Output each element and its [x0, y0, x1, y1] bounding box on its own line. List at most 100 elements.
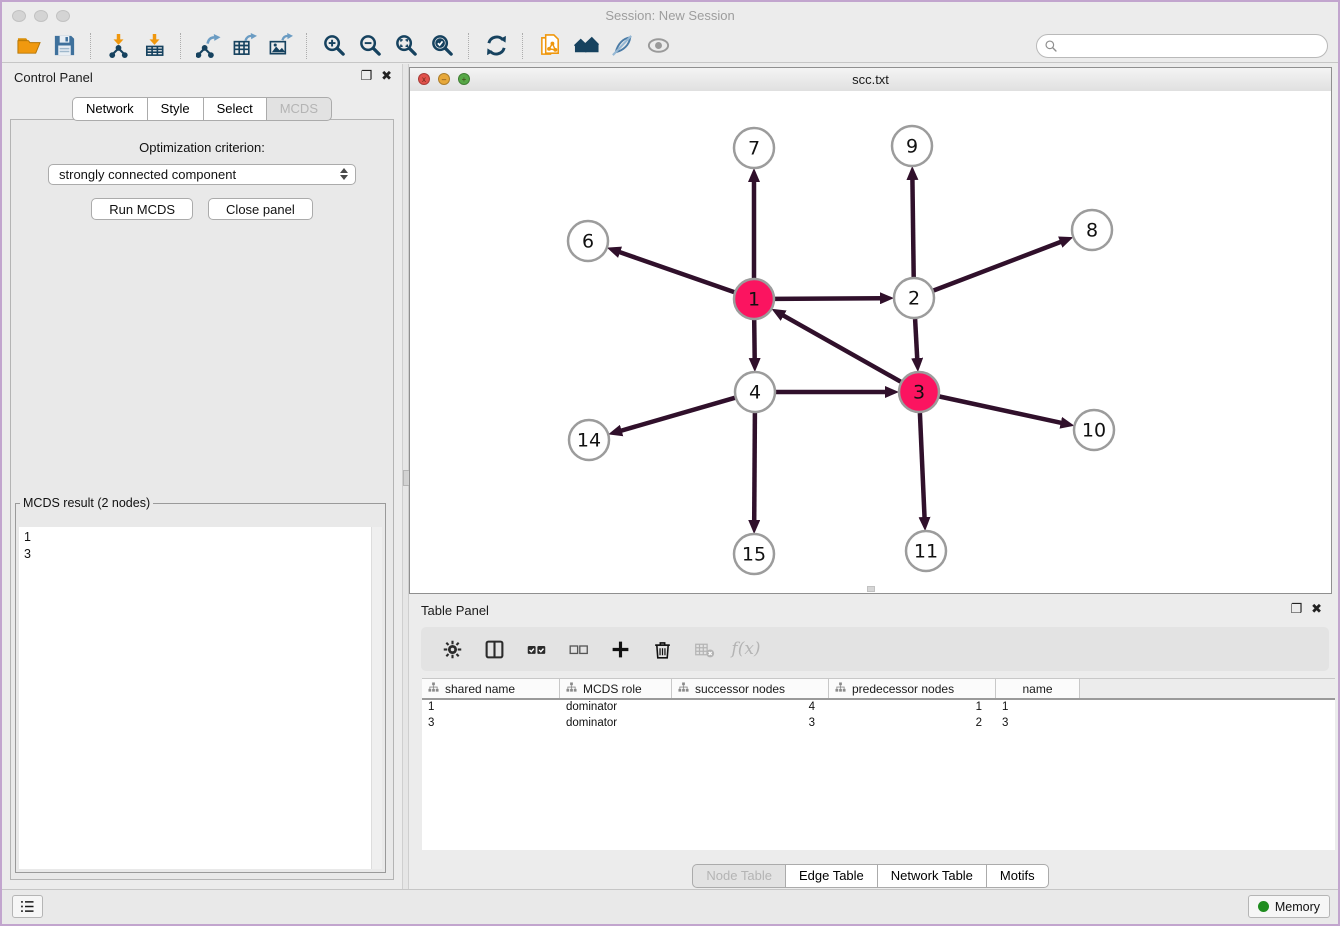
split-view-button[interactable]	[479, 635, 509, 663]
export-image-button[interactable]	[265, 32, 295, 60]
deselect-all-button[interactable]	[563, 635, 593, 663]
column-header-shared-name[interactable]: shared name	[422, 679, 560, 698]
clone-network-button[interactable]	[535, 32, 565, 60]
table-cell[interactable]: dominator	[560, 716, 672, 732]
graph-node-8[interactable]: 8	[1072, 210, 1112, 250]
import-table-button[interactable]	[139, 32, 169, 60]
column-label: name	[1022, 682, 1052, 696]
tab-motifs[interactable]: Motifs	[986, 864, 1049, 888]
table-cell[interactable]: dominator	[560, 700, 672, 716]
zoom-in-button[interactable]	[319, 32, 349, 60]
graph-edge-4-15[interactable]	[754, 413, 755, 522]
run-mcds-button[interactable]: Run MCDS	[91, 198, 193, 220]
graph-node-3[interactable]: 3	[899, 372, 939, 412]
graph-node-9[interactable]: 9	[892, 126, 932, 166]
clone-network-icon	[538, 33, 563, 58]
show-hide-button[interactable]	[643, 32, 673, 60]
svg-text:9: 9	[906, 136, 918, 158]
show-hide-icon	[646, 33, 671, 58]
tab-network[interactable]: Network	[72, 97, 147, 121]
zoom-fit-button[interactable]	[391, 32, 421, 60]
table-cell[interactable]: 4	[672, 700, 829, 716]
graph-node-14[interactable]: 14	[569, 420, 609, 460]
graph-edge-3-1[interactable]	[782, 315, 901, 382]
table-cell[interactable]: 2	[829, 716, 996, 732]
graph-edge-2-8[interactable]	[934, 241, 1063, 290]
graph-node-11[interactable]: 11	[906, 531, 946, 571]
svg-text:14: 14	[577, 430, 601, 452]
close-table-panel-icon[interactable]: ✖	[1311, 602, 1322, 617]
app-window: Session: New Session Control Panel ❐ ✖ N…	[0, 0, 1340, 926]
column-header-MCDS-role[interactable]: MCDS role	[560, 679, 672, 698]
delete-row-button[interactable]	[647, 635, 677, 663]
table-cell[interactable]: 3	[422, 716, 560, 732]
table-cell[interactable]: 3	[672, 716, 829, 732]
app-titlebar: Session: New Session	[2, 3, 1338, 30]
tab-style[interactable]: Style	[147, 97, 203, 121]
graph-edge-4-14[interactable]	[620, 398, 735, 431]
task-history-button[interactable]	[12, 895, 43, 918]
home-view-button[interactable]	[571, 32, 601, 60]
add-row-button[interactable]	[605, 635, 635, 663]
graph-edge-3-10[interactable]	[940, 397, 1063, 424]
graph-edge-1-6[interactable]	[618, 252, 734, 293]
graph-node-10[interactable]: 10	[1074, 410, 1114, 450]
refresh-view-button[interactable]	[481, 32, 511, 60]
settings-gear-button[interactable]	[437, 635, 467, 663]
toolbar-separator	[468, 33, 470, 59]
select-all-button[interactable]	[521, 635, 551, 663]
graph-node-1[interactable]: 1	[734, 279, 774, 319]
style-eye-button[interactable]	[607, 32, 637, 60]
graph-node-4[interactable]: 4	[735, 372, 775, 412]
criterion-dropdown[interactable]: strongly connected component	[48, 164, 356, 185]
graph-edge-3-11[interactable]	[920, 413, 925, 519]
table-cell[interactable]: 1	[829, 700, 996, 716]
table-cell[interactable]: 3	[996, 716, 1080, 732]
column-tree-icon	[835, 682, 846, 693]
graph-node-6[interactable]: 6	[568, 221, 608, 261]
export-network-button[interactable]	[193, 32, 223, 60]
tab-edge-table[interactable]: Edge Table	[785, 864, 877, 888]
network-window-title: scc.txt	[410, 72, 1331, 87]
main-toolbar	[2, 29, 1338, 63]
column-header-successor-nodes[interactable]: successor nodes	[672, 679, 829, 698]
toolbar-separator	[522, 33, 524, 59]
graph-edge-1-2[interactable]	[775, 298, 882, 299]
tab-select[interactable]: Select	[203, 97, 266, 121]
zoom-selected-button[interactable]	[427, 32, 457, 60]
panel-splitter[interactable]	[402, 64, 409, 890]
graph-edge-2-3[interactable]	[915, 319, 917, 360]
result-scrollbar[interactable]	[371, 527, 382, 869]
svg-text:1: 1	[748, 289, 760, 311]
network-canvas[interactable]: 7 9 6 8 1 2 4 3 14 10 15 11	[410, 91, 1331, 593]
close-panel-button[interactable]: Close panel	[208, 198, 313, 220]
graph-node-15[interactable]: 15	[734, 534, 774, 574]
table-cell[interactable]: 1	[996, 700, 1080, 716]
graph-edge-1-4[interactable]	[754, 320, 755, 360]
canvas-scroll-handle[interactable]	[867, 586, 875, 592]
tab-mcds[interactable]: MCDS	[266, 97, 332, 121]
search-input[interactable]	[1058, 39, 1327, 53]
column-header-name[interactable]: name	[996, 679, 1080, 698]
tab-network-table[interactable]: Network Table	[877, 864, 986, 888]
graph-node-2[interactable]: 2	[894, 278, 934, 318]
import-network-icon	[106, 33, 131, 58]
table-cell[interactable]: 1	[422, 700, 560, 716]
column-header-predecessor-nodes[interactable]: predecessor nodes	[829, 679, 996, 698]
float-panel-icon[interactable]: ❐	[360, 69, 372, 84]
float-table-panel-icon[interactable]: ❐	[1290, 602, 1302, 617]
open-session-button[interactable]	[13, 32, 43, 60]
mcds-result-list[interactable]: 13	[19, 527, 372, 869]
table-panel-title: Table Panel	[421, 603, 489, 618]
column-tree-icon	[566, 682, 577, 693]
memory-button[interactable]: Memory	[1248, 895, 1330, 918]
zoom-out-button[interactable]	[355, 32, 385, 60]
import-network-button[interactable]	[103, 32, 133, 60]
export-table-button[interactable]	[229, 32, 259, 60]
graph-edge-2-9[interactable]	[912, 178, 913, 277]
tab-node-table[interactable]: Node Table	[692, 864, 785, 888]
close-panel-icon[interactable]: ✖	[381, 69, 392, 84]
save-session-button[interactable]	[49, 32, 79, 60]
graph-node-7[interactable]: 7	[734, 128, 774, 168]
column-tree-icon	[678, 682, 689, 693]
